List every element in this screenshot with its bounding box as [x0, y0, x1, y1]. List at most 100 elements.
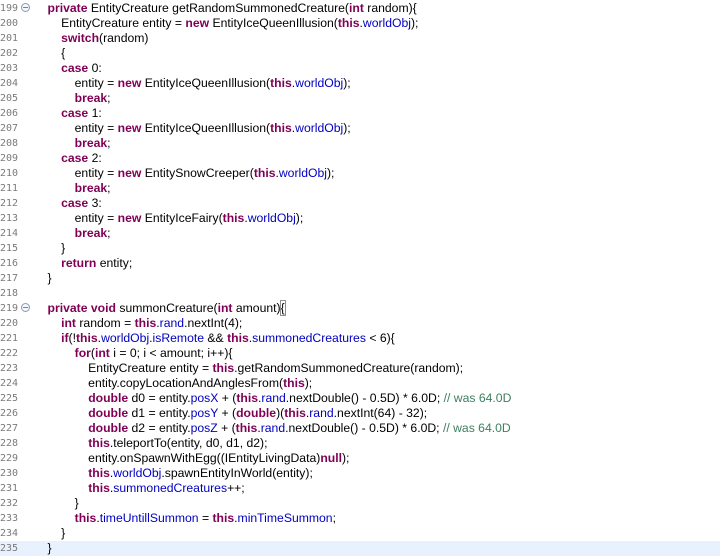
code-token: entity =	[34, 76, 118, 90]
code-line[interactable]: 220 int random = this.rand.nextInt(4);	[0, 316, 720, 331]
code-token: 1:	[88, 106, 102, 120]
code-text: break;	[34, 181, 111, 196]
line-number: 203	[0, 63, 19, 74]
code-token: this	[74, 511, 97, 525]
code-line[interactable]: 199− private EntityCreature getRandomSum…	[0, 1, 720, 16]
code-line[interactable]: 216 return entity;	[0, 256, 720, 271]
code-line[interactable]: 235 }	[0, 541, 720, 556]
code-editor[interactable]: 199− private EntityCreature getRandomSum…	[0, 0, 720, 559]
code-token: break	[74, 91, 108, 105]
code-line[interactable]: 210 entity = new EntitySnowCreeper(this.…	[0, 166, 720, 181]
line-number: 228	[0, 438, 19, 449]
code-token: + (	[218, 406, 237, 420]
code-token: posZ	[190, 421, 218, 435]
line-number: 221	[0, 333, 19, 344]
code-token: worldObj	[113, 466, 162, 480]
code-token: minTimeSummon	[237, 511, 333, 525]
code-line[interactable]: 232 }	[0, 496, 720, 511]
code-line[interactable]: 204 entity = new EntityIceQueenIllusion(…	[0, 76, 720, 91]
code-token: summonedCreatures	[252, 331, 366, 345]
line-number: 216	[0, 258, 19, 269]
code-token: timeUntillSummon	[99, 511, 199, 525]
code-token: double	[88, 421, 129, 435]
line-number: 204	[0, 78, 19, 89]
code-line[interactable]: 205 break;	[0, 91, 720, 106]
code-line[interactable]: 202 {	[0, 46, 720, 61]
code-token: this	[88, 466, 110, 480]
code-line[interactable]: 223 EntityCreature entity = this.getRand…	[0, 361, 720, 376]
code-line[interactable]: 231 this.summonedCreatures++;	[0, 481, 720, 496]
code-text: }	[34, 271, 52, 286]
code-text: entity = new EntityIceQueenIllusion(this…	[34, 121, 351, 136]
code-token: switch	[61, 31, 100, 45]
code-line[interactable]: 224 entity.copyLocationAndAnglesFrom(thi…	[0, 376, 720, 391]
code-token: double	[88, 406, 129, 420]
code-line[interactable]: 213 entity = new EntityIceFairy(this.wor…	[0, 211, 720, 226]
code-token: ;	[332, 511, 336, 525]
code-token: this	[284, 406, 306, 420]
code-line[interactable]: 206 case 1:	[0, 106, 720, 121]
code-line[interactable]: 201 switch(random)	[0, 31, 720, 46]
code-line[interactable]: 217 }	[0, 271, 720, 286]
code-token: d2 = entity.	[128, 421, 191, 435]
code-text: case 1:	[34, 106, 102, 121]
code-line[interactable]: 219− private void summonCreature(int amo…	[0, 300, 720, 316]
collapse-fold-icon[interactable]: −	[21, 303, 30, 312]
code-line[interactable]: 209 case 2:	[0, 151, 720, 166]
line-number: 223	[0, 363, 19, 374]
code-line[interactable]: 211 break;	[0, 181, 720, 196]
code-token: ;	[107, 136, 111, 150]
code-line[interactable]: 230 this.worldObj.spawnEntityInWorld(ent…	[0, 466, 720, 481]
code-line[interactable]: 222 for(int i = 0; i < amount; i++){	[0, 346, 720, 361]
code-token: posX	[190, 391, 219, 405]
code-token: 0:	[88, 61, 102, 75]
code-token: EntityCreature getRandomSummonedCreature…	[87, 1, 349, 15]
code-token: worldObj	[295, 121, 344, 135]
code-token: double	[236, 406, 277, 420]
code-token: entity =	[34, 166, 118, 180]
code-line[interactable]: 221 if(!this.worldObj.isRemote && this.s…	[0, 331, 720, 346]
code-line[interactable]: 214 break;	[0, 226, 720, 241]
code-line[interactable]: 200 EntityCreature entity = new EntityIc…	[0, 16, 720, 31]
code-token: amount)	[232, 301, 281, 315]
line-number: 207	[0, 123, 19, 134]
collapse-fold-icon[interactable]: −	[21, 3, 30, 12]
code-token: );	[326, 166, 335, 180]
code-token: new	[117, 211, 142, 225]
code-line[interactable]: 233 this.timeUntillSummon = this.minTime…	[0, 511, 720, 526]
code-token: );	[410, 16, 419, 30]
code-token: this	[88, 436, 110, 450]
code-line[interactable]: 212 case 3:	[0, 196, 720, 211]
code-token: random =	[75, 316, 135, 330]
line-number: 211	[0, 183, 19, 194]
code-text: EntityCreature entity = new EntityIceQue…	[34, 16, 418, 31]
code-line[interactable]: 227 double d2 = entity.posZ + (this.rand…	[0, 421, 720, 436]
line-number: 234	[0, 528, 19, 539]
code-token: case	[61, 61, 89, 75]
code-line[interactable]: 215 }	[0, 241, 720, 256]
code-line[interactable]: 234 }	[0, 526, 720, 541]
code-token: int	[217, 301, 233, 315]
code-line[interactable]: 225 double d0 = entity.posX + (this.rand…	[0, 391, 720, 406]
line-number: 201	[0, 33, 19, 44]
code-token: case	[61, 106, 89, 120]
code-text: break;	[34, 226, 111, 241]
code-text: case 3:	[34, 196, 102, 211]
code-line[interactable]: 226 double d1 = entity.posY + (double)(t…	[0, 406, 720, 421]
code-line[interactable]: 208 break;	[0, 136, 720, 151]
code-token: .nextInt(4);	[184, 316, 243, 330]
code-text: private EntityCreature getRandomSummoned…	[34, 1, 417, 16]
code-line[interactable]: 229 entity.onSpawnWithEgg((IEntityLiving…	[0, 451, 720, 466]
code-line[interactable]: 218	[0, 286, 720, 301]
code-line[interactable]: 228 this.teleportTo(entity, d0, d1, d2);	[0, 436, 720, 451]
code-comment: // was 64.0D	[443, 391, 512, 405]
code-line[interactable]: 203 case 0:	[0, 61, 720, 76]
code-line[interactable]: 207 entity = new EntityIceQueenIllusion(…	[0, 121, 720, 136]
